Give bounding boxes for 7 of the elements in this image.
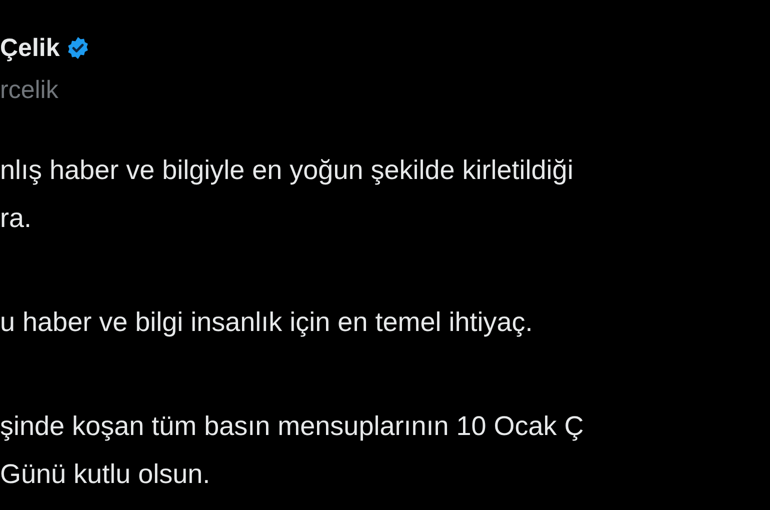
author-name[interactable]: Çelik: [0, 34, 60, 62]
tweet-text-line: şinde koşan tüm basın mensuplarının 10 Ocak Ç: [0, 410, 584, 443]
tweet-text-line: u haber ve bilgi insanlık için en temel ihtiyaç.: [0, 306, 533, 339]
tweet-text-line: nlış haber ve bilgiyle en yoğun şekilde kirletildiği: [0, 154, 574, 187]
tweet-text-line: ra.: [0, 202, 32, 235]
tweet-text-line: Günü kutlu olsun.: [0, 458, 210, 491]
author-handle[interactable]: rcelik: [0, 75, 58, 105]
